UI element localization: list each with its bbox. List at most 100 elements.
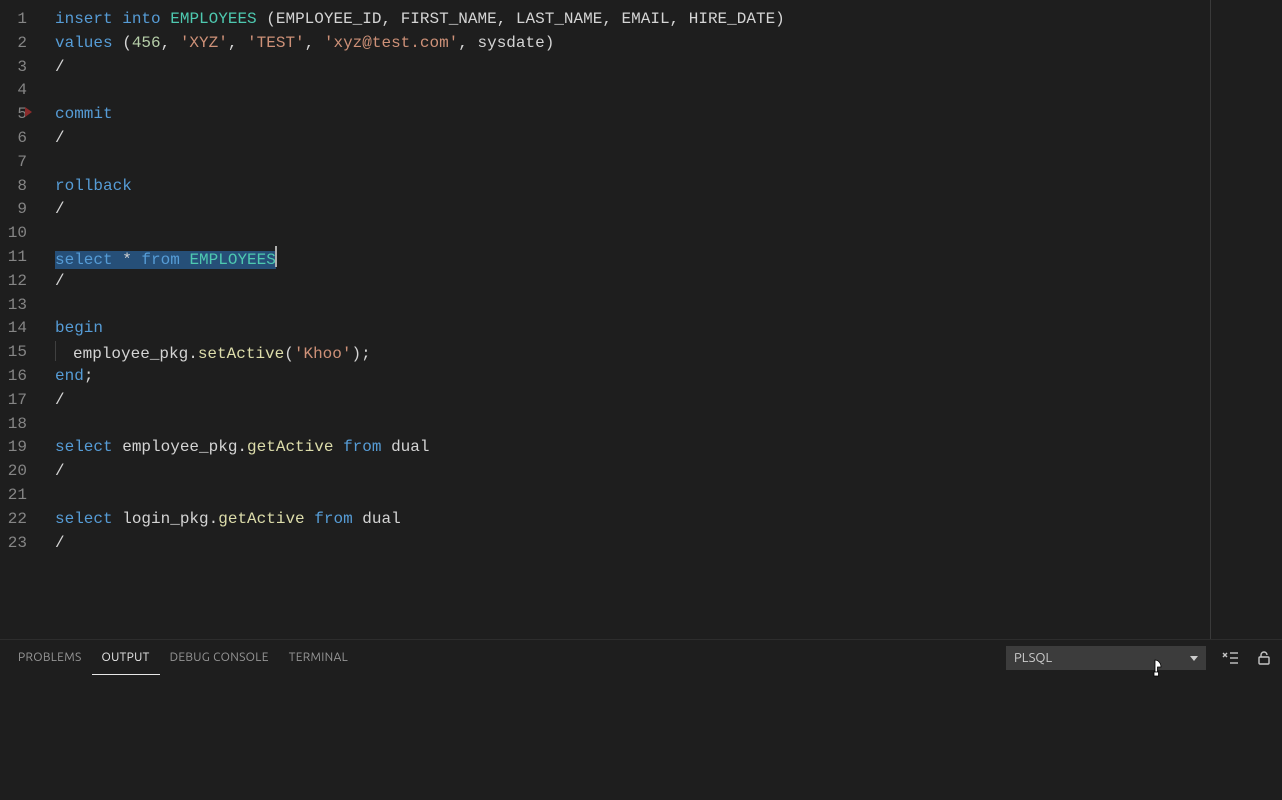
code-token: (	[257, 10, 276, 28]
code-token: (	[113, 34, 132, 52]
code-token: /	[55, 534, 65, 552]
panel-tab-bar: PROBLEMS OUTPUT DEBUG CONSOLE TERMINAL P…	[0, 640, 1282, 675]
code-line[interactable]: /	[55, 127, 1282, 151]
line-number: 2	[0, 32, 27, 56]
code-token: /	[55, 462, 65, 480]
code-line[interactable]: select login_pkg.getActive from dual	[55, 508, 1282, 532]
code-token: 'Khoo'	[294, 345, 352, 363]
line-number: 15	[0, 341, 27, 365]
code-line[interactable]	[55, 484, 1282, 508]
line-number: 9	[0, 198, 27, 222]
output-channel-dropdown-wrap: PLSQL	[1006, 646, 1206, 670]
editor-area: 1234567891011121314151617181920212223 in…	[0, 0, 1282, 639]
code-token: /	[55, 200, 65, 218]
code-line[interactable]: select employee_pkg.getActive from dual	[55, 436, 1282, 460]
code-token: ,	[161, 34, 180, 52]
line-number: 6	[0, 127, 27, 151]
code-token: setActive	[198, 345, 284, 363]
code-token: ,	[670, 10, 689, 28]
code-token: into	[122, 10, 160, 28]
panel-right-tools: PLSQL	[1006, 646, 1274, 670]
code-token: begin	[55, 319, 103, 337]
code-token: sysdate	[477, 34, 544, 52]
line-number: 11	[0, 246, 27, 270]
code-token: ,	[228, 34, 247, 52]
fold-marker-icon	[25, 107, 32, 117]
code-line[interactable]	[55, 222, 1282, 246]
code-token: values	[55, 34, 113, 52]
editor-ruler	[1210, 0, 1211, 639]
code-line[interactable]: /	[55, 56, 1282, 80]
code-token: 'xyz@test.com'	[324, 34, 458, 52]
code-line[interactable]	[55, 151, 1282, 175]
code-token: ,	[602, 10, 621, 28]
text-cursor	[275, 246, 277, 267]
line-number: 16	[0, 365, 27, 389]
code-content[interactable]: insert into EMPLOYEES (EMPLOYEE_ID, FIRS…	[45, 0, 1282, 639]
code-line[interactable]: end;	[55, 365, 1282, 389]
code-token	[353, 510, 363, 528]
clear-output-icon[interactable]	[1220, 648, 1240, 668]
line-number: 4	[0, 79, 27, 103]
code-token: 'TEST'	[247, 34, 305, 52]
code-token: employee_pkg.	[113, 438, 247, 456]
code-token: EMPLOYEE_ID	[276, 10, 382, 28]
code-line[interactable]	[55, 413, 1282, 437]
output-channel-dropdown[interactable]: PLSQL	[1006, 646, 1206, 670]
line-number: 3	[0, 56, 27, 80]
code-token	[161, 10, 171, 28]
line-number: 10	[0, 222, 27, 246]
code-line[interactable]: rollback	[55, 175, 1282, 199]
code-token: from	[314, 510, 352, 528]
tab-problems[interactable]: PROBLEMS	[8, 640, 92, 675]
code-line[interactable]: /	[55, 389, 1282, 413]
code-token: ;	[84, 367, 94, 385]
line-number: 13	[0, 294, 27, 318]
code-line[interactable]: /	[55, 532, 1282, 556]
code-line[interactable]	[55, 294, 1282, 318]
line-number: 7	[0, 151, 27, 175]
code-token: getActive	[247, 438, 333, 456]
code-token: );	[351, 345, 370, 363]
code-token: select	[55, 510, 113, 528]
code-token: end	[55, 367, 84, 385]
code-token	[180, 251, 190, 269]
code-line[interactable]: select * from EMPLOYEES	[55, 246, 1282, 270]
code-line[interactable]: /	[55, 460, 1282, 484]
code-line[interactable]: insert into EMPLOYEES (EMPLOYEE_ID, FIRS…	[55, 8, 1282, 32]
code-token: )	[545, 34, 555, 52]
line-number: 22	[0, 508, 27, 532]
code-token: commit	[55, 105, 113, 123]
line-number: 8	[0, 175, 27, 199]
code-line[interactable]	[55, 79, 1282, 103]
line-number: 5	[0, 103, 27, 127]
code-line[interactable]: employee_pkg.setActive('Khoo');	[55, 341, 1282, 365]
code-token: LAST_NAME	[516, 10, 602, 28]
code-line[interactable]: /	[55, 198, 1282, 222]
code-token: dual	[362, 510, 400, 528]
code-token	[113, 10, 123, 28]
tab-debug-console[interactable]: DEBUG CONSOLE	[160, 640, 279, 675]
code-token	[381, 438, 391, 456]
lock-scroll-icon[interactable]	[1254, 648, 1274, 668]
code-token: rollback	[55, 177, 132, 195]
code-line[interactable]: values (456, 'XYZ', 'TEST', 'xyz@test.co…	[55, 32, 1282, 56]
code-token: select	[55, 251, 113, 269]
tab-output[interactable]: OUTPUT	[92, 640, 160, 675]
code-token: )	[775, 10, 785, 28]
indent-guide	[55, 341, 56, 361]
code-token: from	[141, 251, 179, 269]
code-line[interactable]: begin	[55, 317, 1282, 341]
code-token: select	[55, 438, 113, 456]
code-token: employee_pkg.	[73, 345, 198, 363]
code-token: insert	[55, 10, 113, 28]
code-line[interactable]: /	[55, 270, 1282, 294]
code-token: login_pkg.	[113, 510, 219, 528]
code-token: 'XYZ'	[180, 34, 228, 52]
line-number-gutter: 1234567891011121314151617181920212223	[0, 0, 45, 639]
code-token: EMAIL	[622, 10, 670, 28]
code-line[interactable]: commit	[55, 103, 1282, 127]
code-token: ,	[305, 34, 324, 52]
code-token: ,	[381, 10, 400, 28]
tab-terminal[interactable]: TERMINAL	[279, 640, 358, 675]
